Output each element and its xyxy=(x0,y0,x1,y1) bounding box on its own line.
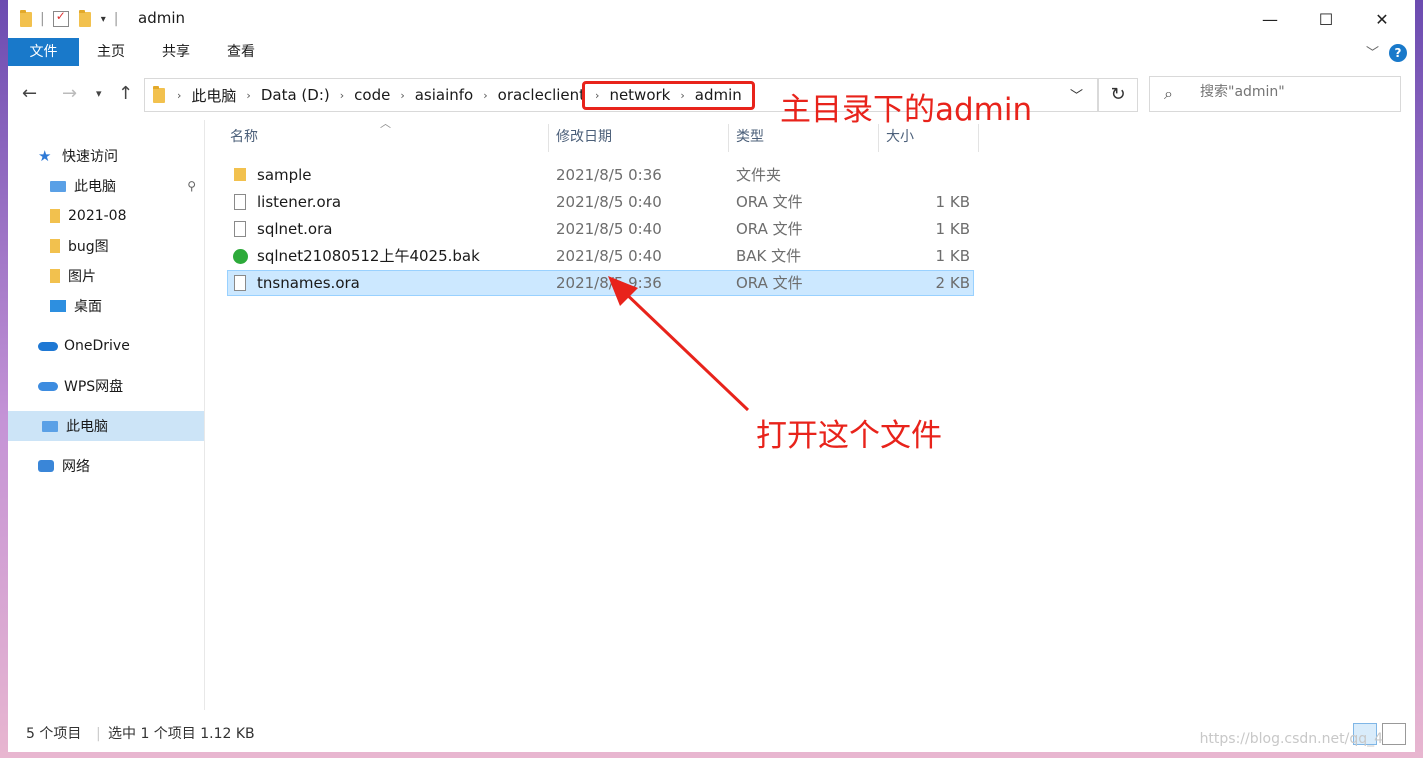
watermark: https://blog.csdn.net/qq_4 xyxy=(1199,731,1383,747)
arrow-line xyxy=(620,288,750,412)
annotation-arrow xyxy=(608,276,750,412)
